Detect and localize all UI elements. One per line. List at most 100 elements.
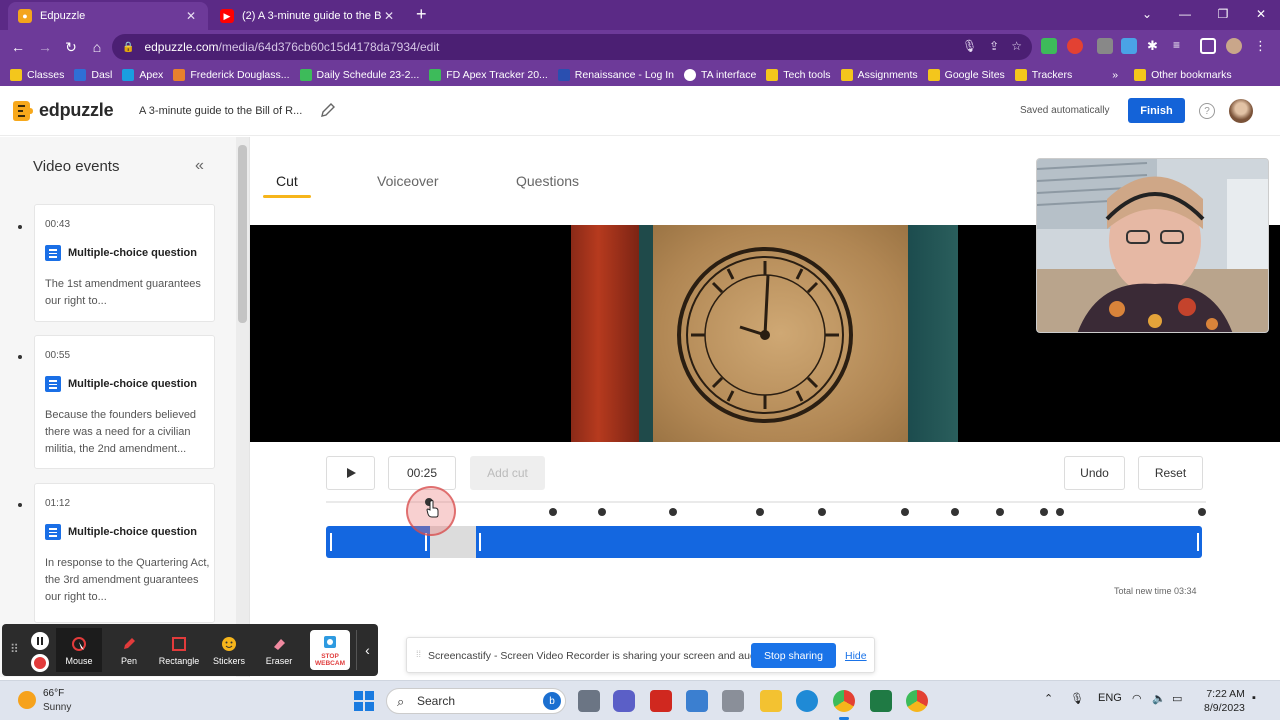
show-hidden-icons-icon[interactable]: ⌃: [1044, 692, 1053, 705]
stop-recording-icon[interactable]: [31, 654, 49, 672]
bookmark-item[interactable]: Trackers: [1014, 69, 1072, 81]
minimize-icon[interactable]: —: [1166, 0, 1204, 28]
task-view-icon[interactable]: [578, 690, 600, 712]
question-marker[interactable]: [818, 508, 826, 516]
bookmark-item[interactable]: Google Sites: [927, 69, 1005, 81]
kept-segment[interactable]: [326, 526, 430, 558]
extension-icon[interactable]: [1041, 38, 1057, 54]
excel-icon[interactable]: [870, 690, 892, 712]
event-card[interactable]: 00:55 Multiple-choice question Because t…: [34, 335, 215, 469]
close-tab-icon[interactable]: ✕: [184, 9, 198, 23]
collapse-toolbar-icon[interactable]: ‹: [356, 630, 378, 670]
question-marker[interactable]: [1040, 508, 1048, 516]
bookmark-item[interactable]: Tech tools: [766, 69, 831, 81]
hide-link[interactable]: Hide: [845, 650, 867, 662]
sidebar-scrollbar-thumb[interactable]: [238, 145, 247, 323]
restore-icon[interactable]: ❐: [1204, 0, 1242, 28]
pen-tool-button[interactable]: Pen: [106, 628, 152, 672]
question-marker[interactable]: [1056, 508, 1064, 516]
stop-webcam-button[interactable]: STOP WEBCAM: [310, 630, 350, 670]
rectangle-tool-button[interactable]: Rectangle: [156, 628, 202, 672]
chrome-browser-icon[interactable]: [833, 690, 855, 712]
trim-handle[interactable]: [330, 533, 332, 551]
wifi-icon[interactable]: ◠: [1132, 692, 1142, 705]
reload-icon[interactable]: ↻: [61, 37, 81, 57]
edge-browser-icon[interactable]: [796, 690, 818, 712]
tab-cut[interactable]: Cut: [276, 173, 298, 189]
undo-button[interactable]: Undo: [1064, 456, 1125, 490]
tab-questions[interactable]: Questions: [516, 173, 579, 189]
control-panel-icon[interactable]: [686, 690, 708, 712]
notification-icon[interactable]: ▪: [1252, 692, 1256, 704]
add-cut-button[interactable]: Add cut: [470, 456, 545, 490]
windows-start-icon[interactable]: [354, 691, 374, 711]
edpuzzle-logo-icon[interactable]: [12, 99, 34, 123]
volume-icon[interactable]: 🔈: [1152, 692, 1166, 705]
system-clock[interactable]: 7:22 AM 8/9/2023: [1204, 687, 1245, 715]
play-button[interactable]: [326, 456, 375, 490]
profile-avatar[interactable]: [1226, 38, 1242, 54]
bookmark-item[interactable]: Dasl: [74, 69, 112, 81]
extension-icon[interactable]: [1097, 38, 1113, 54]
snipping-tool-icon[interactable]: [722, 690, 744, 712]
taskbar-search[interactable]: ⌕ Search b: [386, 688, 566, 714]
bookmark-item[interactable]: Apex: [122, 69, 163, 81]
browser-tab-youtube[interactable]: ▶ (2) A 3-minute guide to the Bill o ✕: [210, 2, 406, 30]
close-tab-icon[interactable]: ✕: [382, 9, 396, 23]
question-marker[interactable]: [951, 508, 959, 516]
kept-segment[interactable]: [476, 526, 1202, 558]
address-bar[interactable]: 🔒 edpuzzle.com/media/64d376cb60c15d4178d…: [112, 34, 1032, 60]
question-marker[interactable]: [549, 508, 557, 516]
bookmark-item[interactable]: TA interface: [684, 69, 756, 81]
teams-chat-icon[interactable]: [613, 690, 635, 712]
trim-handle[interactable]: [1197, 533, 1199, 551]
user-avatar[interactable]: [1229, 99, 1253, 123]
mouse-tool-button[interactable]: Mouse: [56, 628, 102, 672]
cut-timeline[interactable]: [326, 486, 1206, 568]
extension-icon[interactable]: [1121, 38, 1137, 54]
logo-text[interactable]: edpuzzle: [39, 100, 114, 121]
bookmark-item[interactable]: Assignments: [840, 69, 918, 81]
tab-voiceover[interactable]: Voiceover: [377, 173, 438, 189]
acrobat-icon[interactable]: [650, 690, 672, 712]
pause-recording-icon[interactable]: [31, 632, 49, 650]
question-marker[interactable]: [669, 508, 677, 516]
bookmark-star-icon[interactable]: ☆: [1011, 39, 1022, 53]
close-window-icon[interactable]: ✕: [1242, 0, 1280, 28]
question-marker[interactable]: [756, 508, 764, 516]
trim-handle[interactable]: [479, 533, 481, 551]
question-marker[interactable]: [901, 508, 909, 516]
event-card[interactable]: 00:43 Multiple-choice question The 1st a…: [34, 204, 215, 322]
question-marker[interactable]: [1198, 508, 1206, 516]
bookmark-item[interactable]: FD Apex Tracker 20...: [429, 69, 548, 81]
reading-list-icon[interactable]: ≡: [1173, 38, 1189, 54]
finish-button[interactable]: Finish: [1128, 98, 1185, 123]
more-menu-icon[interactable]: ⋮: [1254, 38, 1270, 54]
event-card[interactable]: 01:12 Multiple-choice question In respon…: [34, 483, 215, 623]
file-explorer-icon[interactable]: [760, 690, 782, 712]
bookmark-item[interactable]: Daily Schedule 23-2...: [299, 69, 419, 81]
bookmark-item[interactable]: Frederick Douglass...: [173, 69, 290, 81]
back-icon[interactable]: ←: [8, 37, 28, 57]
other-bookmarks[interactable]: Other bookmarks: [1134, 69, 1232, 81]
new-tab-icon[interactable]: +: [416, 5, 427, 23]
bookmark-item[interactable]: Renaissance - Log In: [557, 69, 674, 81]
microphone-tray-icon[interactable]: 🎙: [1070, 692, 1084, 705]
extension-icon[interactable]: [1067, 38, 1083, 54]
bookmark-item[interactable]: Classes: [10, 69, 64, 81]
stickers-tool-button[interactable]: Stickers: [206, 628, 252, 672]
bookmarks-overflow-icon[interactable]: »: [1112, 69, 1118, 81]
tab-search-icon[interactable]: ⌄: [1128, 0, 1166, 28]
drag-handle-icon[interactable]: ⠿: [10, 642, 19, 656]
webcam-overlay[interactable]: [1036, 158, 1269, 333]
forward-icon[interactable]: →: [35, 37, 55, 57]
collapse-sidebar-icon[interactable]: «: [195, 157, 204, 175]
sun-weather-icon[interactable]: [18, 691, 36, 709]
extensions-puzzle-icon[interactable]: ✱: [1147, 38, 1163, 54]
edit-title-pencil-icon[interactable]: [320, 102, 336, 118]
timeline-track[interactable]: [326, 501, 1206, 503]
share-icon[interactable]: ⇪: [989, 39, 999, 53]
question-marker[interactable]: [598, 508, 606, 516]
reset-button[interactable]: Reset: [1138, 456, 1203, 490]
weather-temperature[interactable]: 66°F: [43, 688, 64, 699]
